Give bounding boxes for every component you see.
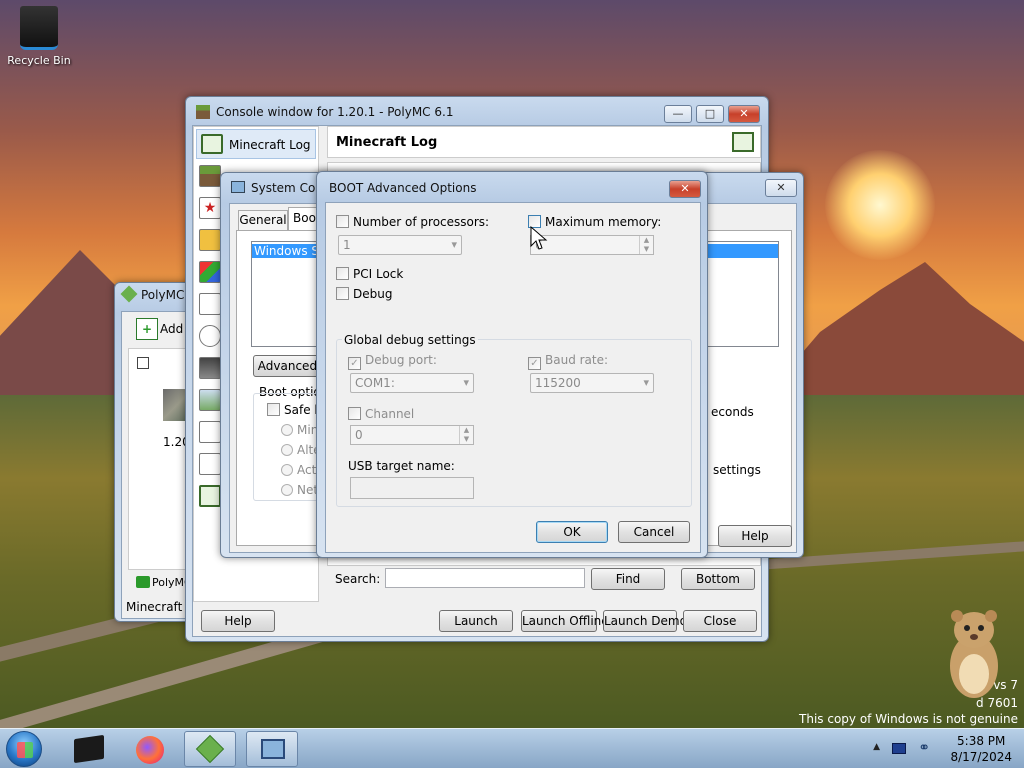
globe-icon[interactable] [199, 325, 221, 347]
taskbar-polymc-app[interactable] [184, 731, 236, 767]
baud-rate-checkbox[interactable]: ✓ Baud rate: [528, 353, 608, 370]
add-instance-button[interactable]: + Add [136, 318, 183, 340]
recycle-bin-icon [20, 6, 58, 50]
start-button[interactable] [6, 731, 42, 767]
num-processors-checkbox[interactable]: Number of processors: [336, 215, 489, 229]
sidebar-item-label: Minecraft Log [229, 138, 311, 152]
dialog-close-button[interactable]: ✕ [669, 180, 701, 198]
spin-arrows-icon[interactable]: ▲ ▼ [459, 426, 473, 444]
taskbar-firefox-app[interactable] [124, 731, 176, 767]
chat-icon [136, 576, 150, 588]
usb-target-input[interactable] [350, 477, 474, 499]
footer-status: Minecraft 1 [126, 600, 194, 614]
image-icon[interactable] [199, 389, 221, 411]
network-icon[interactable] [892, 743, 906, 754]
polymc-main-title: PolyMC [120, 285, 184, 303]
pci-lock-checkbox[interactable]: PCI Lock [336, 267, 403, 281]
make-permanent-label: settings [713, 463, 761, 477]
hamster-mascot-icon [950, 610, 998, 698]
clock[interactable]: 5:38 PM 8/17/2024 [950, 733, 1012, 765]
grass-block-icon[interactable] [199, 165, 221, 187]
system-config-close-button[interactable]: ✕ [765, 179, 797, 197]
msconfig-icon [231, 181, 245, 193]
help-button[interactable]: Help [201, 610, 275, 632]
recycle-bin-label: Recycle Bin [7, 54, 71, 67]
boot-advanced-options-dialog: BOOT Advanced Options ✕ Number of proces… [316, 171, 708, 558]
status-tab[interactable]: PolyMC [136, 576, 192, 589]
sun [825, 150, 935, 260]
global-debug-label: Global debug settings [342, 333, 478, 347]
usb-target-label: USB target name: [348, 459, 455, 473]
taskbar-terminal-app[interactable] [64, 731, 116, 767]
clock-date: 8/17/2024 [950, 750, 1012, 764]
polymc-main-window: PolyMC + Add 1.20 PolyMC Minecraft 1 [114, 282, 196, 622]
maximize-button[interactable]: □ [696, 105, 724, 123]
launch-demo-button[interactable]: Launch Demo [603, 610, 687, 632]
watermark-genuine: This copy of Windows is not genuine [799, 712, 1018, 726]
cancel-button[interactable]: Cancel [618, 521, 690, 543]
terminal-icon [74, 734, 104, 764]
find-button[interactable]: Find [591, 568, 665, 590]
system-config-help-button[interactable]: Help [718, 525, 792, 547]
console-window-title: Console window for 1.20.1 - PolyMC 6.1 [216, 105, 454, 119]
sidebar-item-minecraft-log[interactable]: Minecraft Log [196, 129, 316, 159]
add-icon: + [136, 318, 158, 340]
channel-input[interactable]: 0 ▲ ▼ [350, 425, 474, 445]
search-label: Search: [335, 572, 381, 586]
boot-advanced-client: Number of processors: 1 Maximum memory: … [325, 202, 701, 553]
window-icon[interactable] [199, 453, 221, 475]
star-icon[interactable]: ★ [199, 197, 221, 219]
polymc-icon [195, 734, 225, 764]
channel-value: 0 [355, 428, 363, 442]
debug-port-checkbox[interactable]: ✓ Debug port: [348, 353, 437, 370]
polymc-logo-icon [120, 285, 138, 303]
launch-offline-button[interactable]: Launch Offline [521, 610, 609, 632]
book-icon [201, 134, 223, 154]
recycle-bin[interactable]: Recycle Bin [6, 6, 72, 67]
book-icon [732, 132, 754, 152]
num-processors-select[interactable]: 1 [338, 235, 462, 255]
collapse-icon[interactable] [137, 357, 149, 369]
max-memory-input[interactable]: 6▲▼ [530, 235, 654, 255]
checklist-icon[interactable] [199, 421, 221, 443]
briefcase-icon[interactable] [199, 229, 221, 251]
mouse-cursor-icon [530, 226, 548, 250]
clock-time: 5:38 PM [957, 734, 1006, 748]
console-header: Minecraft Log [327, 126, 761, 158]
volume-icon[interactable]: ⚭ [918, 740, 930, 756]
taskbar: ▲ ⚭ 5:38 PM 8/17/2024 [0, 728, 1024, 768]
show-hidden-icons-icon[interactable]: ▲ [873, 742, 880, 752]
ok-button[interactable]: OK [536, 521, 608, 543]
polymc-main-client: + Add 1.20 PolyMC Minecraft 1 [121, 311, 196, 619]
msconfig-icon [261, 739, 285, 759]
screenshot-icon[interactable] [199, 357, 221, 379]
minimize-button[interactable]: — [664, 105, 692, 123]
page-title: Minecraft Log [336, 135, 438, 150]
tab-general[interactable]: General [238, 210, 288, 230]
firefox-icon [136, 736, 164, 764]
debug-port-select[interactable]: COM1: [350, 373, 474, 393]
bottom-button[interactable]: Bottom [681, 568, 755, 590]
minecraft-grass-icon [196, 105, 210, 119]
launch-button[interactable]: Launch [439, 610, 513, 632]
windows-logo-icon [17, 742, 33, 758]
boot-advanced-title: BOOT Advanced Options [329, 181, 477, 195]
timeout-seconds-label: econds [711, 405, 754, 419]
taskbar-msconfig-app[interactable] [246, 731, 298, 767]
document-icon[interactable] [199, 293, 221, 315]
cube-icon[interactable] [199, 261, 221, 283]
baud-rate-select[interactable]: 115200 [530, 373, 654, 393]
debug-checkbox[interactable]: Debug [336, 287, 392, 301]
close-window-button[interactable]: ✕ [728, 105, 760, 123]
book-icon[interactable] [199, 485, 221, 507]
spin-arrows-icon[interactable]: ▲ ▼ [639, 236, 653, 254]
close-button[interactable]: Close [683, 610, 757, 632]
search-input[interactable] [385, 568, 585, 588]
channel-checkbox[interactable]: Channel [348, 407, 414, 421]
